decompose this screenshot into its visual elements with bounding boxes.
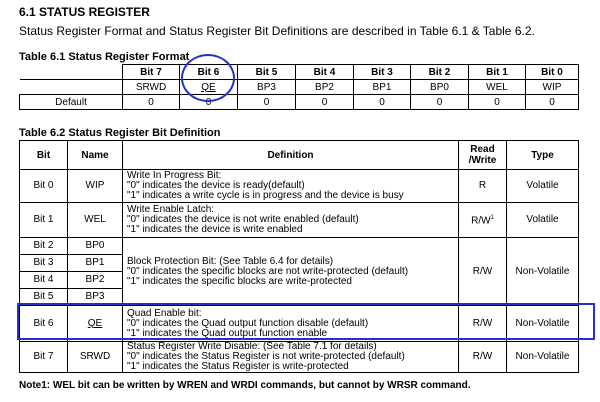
name-cell: QE — [67, 305, 123, 342]
table1-name-cell: BP0 — [410, 79, 469, 95]
type-cell: Volatile — [506, 169, 579, 203]
name-cell: BP0 — [67, 237, 123, 255]
bit-cell: Bit 6 — [19, 305, 68, 342]
footnote: Note1: WEL bit can be written by WREN an… — [19, 380, 471, 391]
table1-name-cell: BP2 — [295, 79, 354, 95]
table1-corner-cell — [19, 79, 123, 95]
table1-caption: Table 6.1 Status Register Format — [19, 51, 190, 63]
definition-cell: Status Register Write Disable: (See Tabl… — [122, 341, 459, 373]
bit-cell: Bit 7 — [19, 341, 68, 373]
status-register-format-table: Bit 7 Bit 6 Bit 5 Bit 4 Bit 3 Bit 2 Bit … — [19, 64, 579, 110]
table1-name-cell: QE — [179, 79, 238, 95]
table-row: Bit 7 SRWD Status Register Write Disable… — [19, 341, 579, 373]
section-title: 6.1 STATUS REGISTER — [19, 5, 150, 19]
table1-default-cell: 0 — [468, 94, 526, 110]
table1-header-cell: Bit 7 — [122, 64, 180, 80]
table2-header-bit: Bit — [19, 140, 68, 170]
name-cell: BP3 — [67, 288, 123, 306]
name-cell: WIP — [67, 169, 123, 203]
table1-default-cell: 0 — [122, 94, 180, 110]
table2-caption: Table 6.2 Status Register Bit Definition — [19, 127, 221, 139]
bit-cell: Bit 4 — [19, 271, 68, 289]
table2-header-name: Name — [67, 140, 123, 170]
table2-header-rw: Read/Write — [458, 140, 507, 170]
intro-text: Status Register Format and Status Regist… — [19, 24, 535, 38]
name-cell: BP2 — [67, 271, 123, 289]
table2-header-type: Type — [506, 140, 579, 170]
table1-header-cell: Bit 1 — [468, 64, 526, 80]
definition-cell: Write Enable Latch: "0" indicates the dev… — [122, 202, 459, 238]
type-cell: Non-Volatile — [506, 305, 579, 342]
table1-name-cell: BP1 — [353, 79, 411, 95]
bit-cell: Bit 3 — [19, 254, 68, 272]
bit-cell: Bit 0 — [19, 169, 68, 203]
table1-default-cell: 0 — [410, 94, 469, 110]
definition-cell: Block Protection Bit: (See Table 6.4 for… — [122, 237, 459, 306]
table1-name-cell: WIP — [525, 79, 579, 95]
table1-default-cell: 0 — [525, 94, 579, 110]
type-cell: Non-Volatile — [506, 237, 579, 306]
table2-header-row: Bit Name Definition Read/Write Type — [19, 140, 579, 170]
table-row: Bit 0 WIP Write In Progress Bit: "0" indi… — [19, 169, 579, 203]
definition-cell: Quad Enable bit: "0" indicates the Quad o… — [122, 305, 459, 342]
rw-cell: R/W — [458, 237, 507, 306]
table1-header-cell: Bit 4 — [295, 64, 354, 80]
table1-default-cell: 0 — [353, 94, 411, 110]
rw-cell: R/W1 — [458, 202, 507, 238]
table1-name-cell: WEL — [468, 79, 526, 95]
rw-cell: R/W — [458, 341, 507, 373]
table1-default-row: Default 0 0 0 0 0 0 0 0 — [19, 94, 579, 110]
name-cell: WEL — [67, 202, 123, 238]
status-register-bit-definition-table: Bit Name Definition Read/Write Type Bit … — [19, 140, 579, 373]
bit-cell: Bit 2 — [19, 237, 68, 255]
table1-default-cell: 0 — [179, 94, 238, 110]
table-row: Bit 1 WEL Write Enable Latch: "0" indicat… — [19, 202, 579, 238]
table1-name-row: SRWD QE BP3 BP2 BP1 BP0 WEL WIP — [19, 79, 579, 95]
table1-header-row: Bit 7 Bit 6 Bit 5 Bit 4 Bit 3 Bit 2 Bit … — [19, 64, 579, 80]
rw-cell: R/W — [458, 305, 507, 342]
definition-cell: Write In Progress Bit: "0" indicates the … — [122, 169, 459, 203]
table1-default-cell: 0 — [295, 94, 354, 110]
table-row: Bit 6 QE Quad Enable bit: "0" indicates t… — [19, 305, 579, 342]
table1-header-cell: Bit 6 — [179, 64, 238, 80]
table1-header-cell: Bit 5 — [237, 64, 296, 80]
type-cell: Non-Volatile — [506, 341, 579, 373]
table1-header-cell: Bit 3 — [353, 64, 411, 80]
type-cell: Volatile — [506, 202, 579, 238]
table1-name-cell: BP3 — [237, 79, 296, 95]
table1-default-cell: 0 — [237, 94, 296, 110]
bit-cell: Bit 5 — [19, 288, 68, 306]
name-cell: BP1 — [67, 254, 123, 272]
table1-header-cell: Bit 0 — [525, 64, 579, 80]
table2-header-definition: Definition — [122, 140, 459, 170]
table-row: Bit 2 BP0 Block Protection Bit: (See Tab… — [19, 237, 579, 306]
bit-cell: Bit 1 — [19, 202, 68, 238]
table1-header-cell: Bit 2 — [410, 64, 469, 80]
rw-cell: R — [458, 169, 507, 203]
name-cell: SRWD — [67, 341, 123, 373]
table1-default-label: Default — [19, 94, 123, 110]
table1-corner-cell — [19, 64, 123, 80]
table1-name-cell: SRWD — [122, 79, 180, 95]
